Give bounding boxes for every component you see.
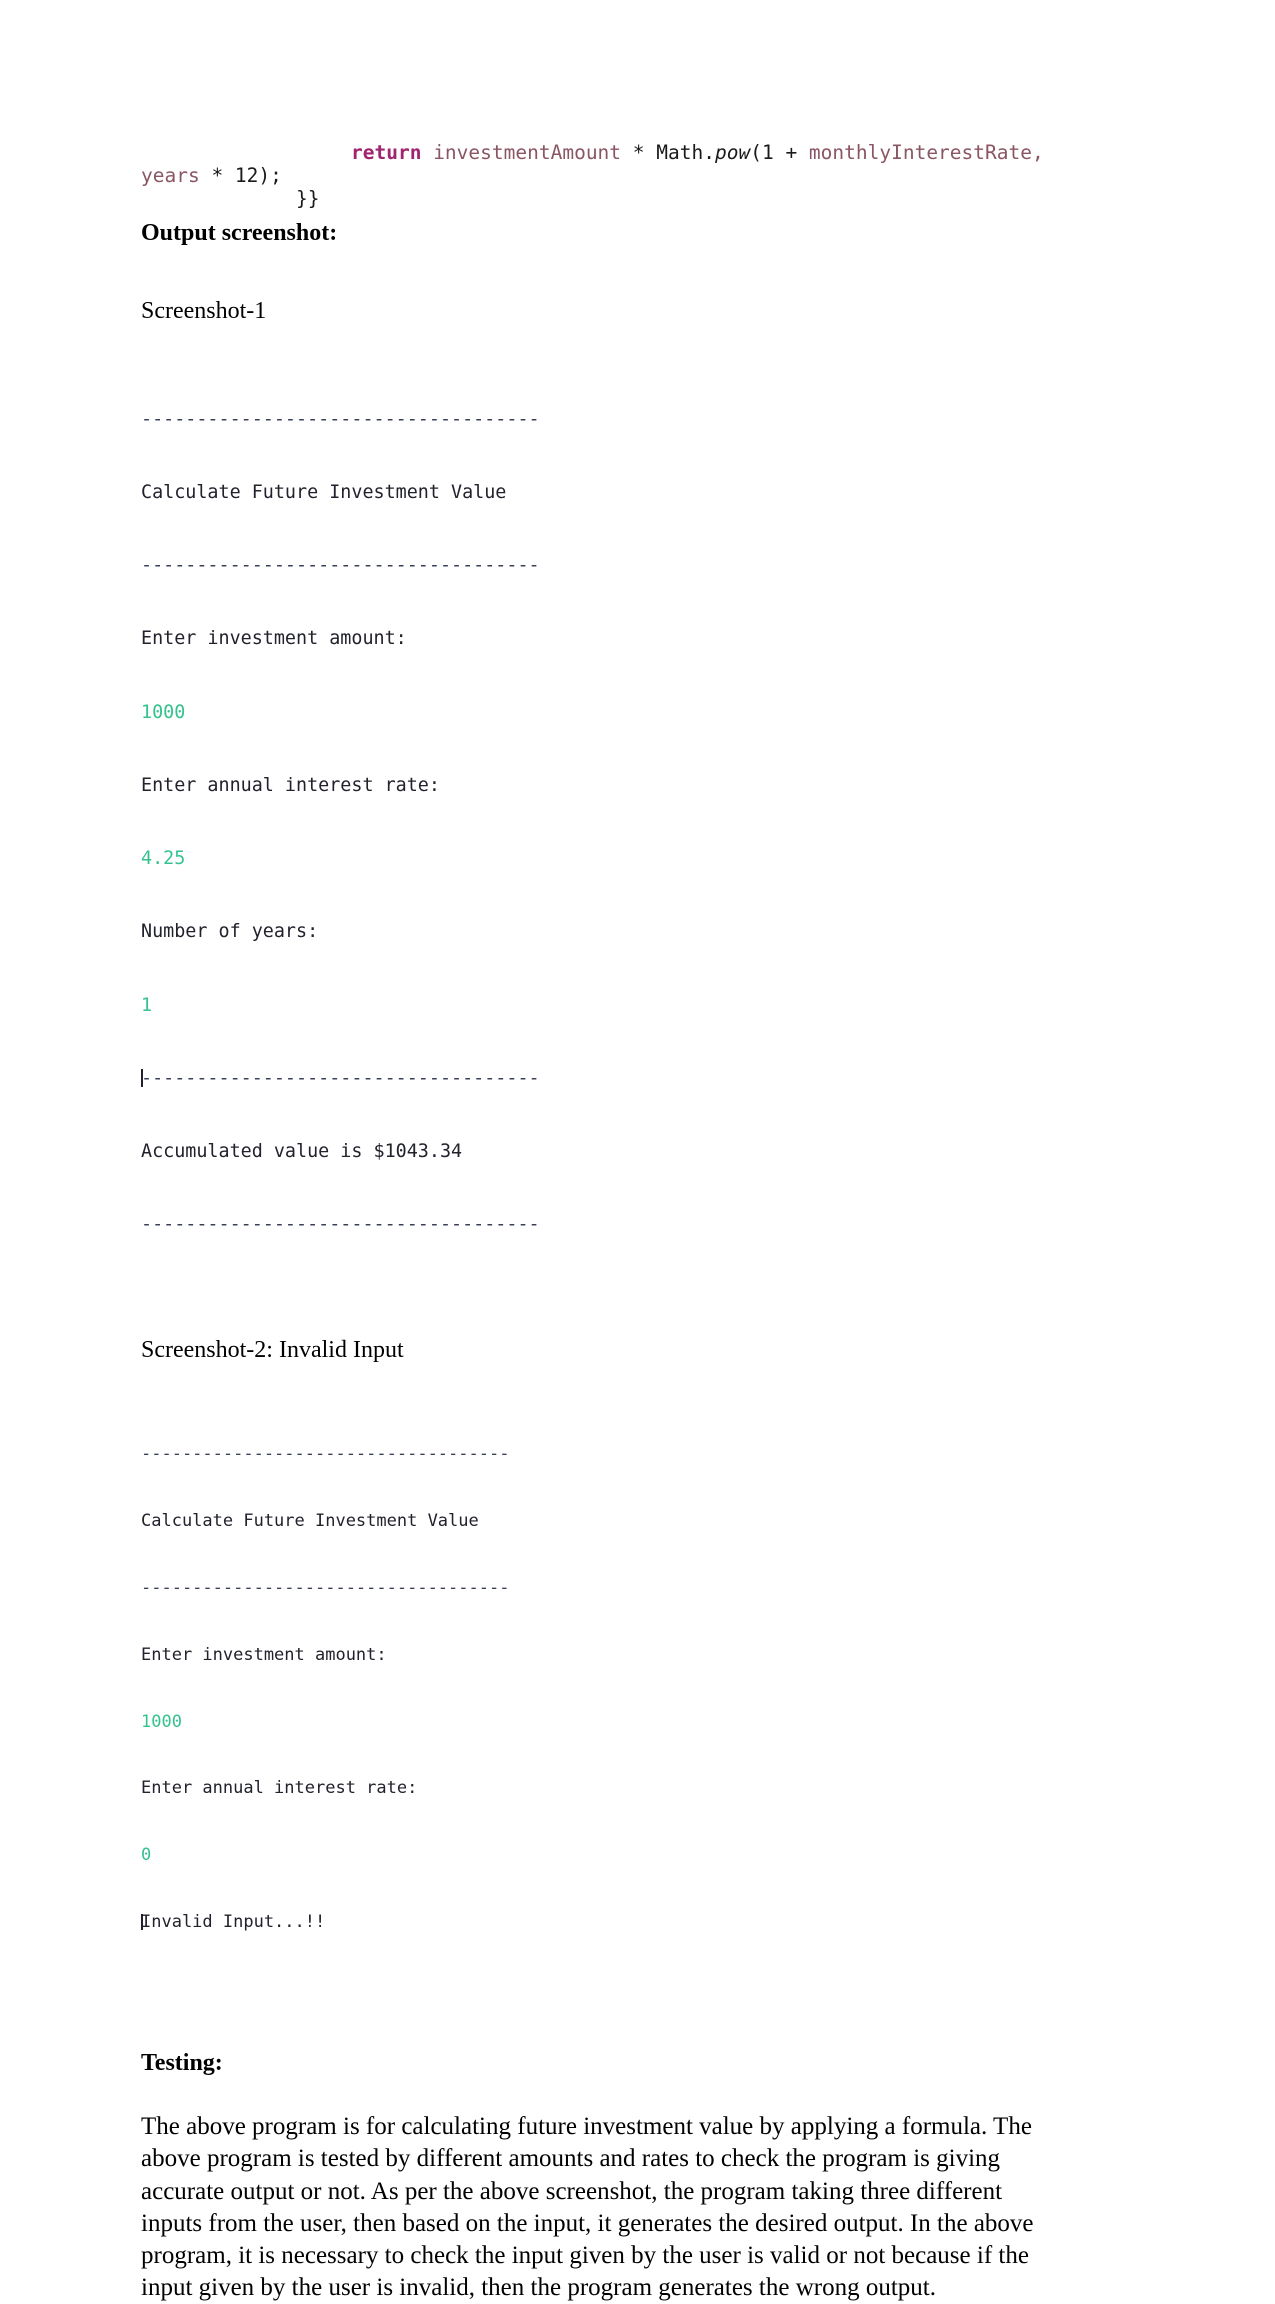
terminal-rule: ------------------------------------ xyxy=(141,408,540,430)
code-open-paren-expr: (1 + xyxy=(750,141,809,164)
code-identifier-years: years xyxy=(141,164,200,187)
terminal-rule: ------------------------------------ xyxy=(141,1577,510,1598)
terminal-invalid-input-text: Invalid Input...!! xyxy=(141,1912,326,1933)
screenshot-1-caption: Screenshot-1 xyxy=(141,298,267,324)
code-identifier-investment-amount: investmentAmount xyxy=(421,141,622,164)
terminal-rule-with-cursor: ------------------------------------ xyxy=(141,1067,1069,1091)
code-snippet: return investmentAmount * Math.pow(1 + m… xyxy=(141,0,1069,210)
terminal-prompt-investment-amount: Enter investment amount: xyxy=(141,628,407,650)
terminal-input-number-of-years: 1 xyxy=(141,994,153,1016)
terminal-invalid-input-message: Invalid Input...!! xyxy=(141,1911,1069,1933)
document-page: return investmentAmount * Math.pow(1 + m… xyxy=(0,0,1275,2301)
code-expr-times-twelve: * 12); xyxy=(199,164,282,187)
code-operator-multiply: * xyxy=(621,141,657,164)
code-method-pow: pow xyxy=(714,141,751,164)
terminal-accumulated-value: Accumulated value is $1043.34 xyxy=(141,1141,463,1162)
code-closing-braces: }} xyxy=(296,187,320,210)
terminal-screenshot-2: ------------------------------------ Cal… xyxy=(141,1398,1069,1979)
terminal-input-interest-rate: 0 xyxy=(141,1845,152,1866)
terminal-rule-text: ------------------------------------ xyxy=(141,1067,540,1089)
terminal-rule: ------------------------------------ xyxy=(141,1214,540,1236)
page-content: return investmentAmount * Math.pow(1 + m… xyxy=(141,0,1069,2304)
code-identifier-monthly-interest-rate: monthlyInterestRate, xyxy=(808,141,1044,164)
terminal-input-investment-amount: 1000 xyxy=(141,701,186,723)
terminal-prompt-interest-rate: Enter annual interest rate: xyxy=(141,774,440,796)
terminal-prompt-number-of-years: Number of years: xyxy=(141,921,319,943)
code-keyword-return: return xyxy=(351,141,422,164)
output-screenshot-heading: Output screenshot: xyxy=(141,220,338,246)
code-math-object: Math. xyxy=(656,141,715,164)
terminal-screenshot-1: ------------------------------------ Cal… xyxy=(141,359,1069,1287)
testing-heading: Testing: xyxy=(141,2050,223,2077)
terminal-prompt-investment-amount: Enter investment amount: xyxy=(141,1644,387,1665)
terminal-title: Calculate Future Investment Value xyxy=(141,482,507,504)
terminal-input-interest-rate: 4.25 xyxy=(141,848,186,870)
testing-paragraph: The above program is for calculating fut… xyxy=(141,2113,1034,2302)
screenshot-2-caption: Screenshot-2: Invalid Input xyxy=(141,1337,404,1364)
terminal-prompt-interest-rate: Enter annual interest rate: xyxy=(141,1778,418,1799)
terminal-title: Calculate Future Investment Value xyxy=(141,1510,479,1531)
terminal-rule: ------------------------------------ xyxy=(141,555,540,577)
terminal-input-investment-amount: 1000 xyxy=(141,1711,182,1732)
terminal-rule: ------------------------------------ xyxy=(141,1444,510,1465)
